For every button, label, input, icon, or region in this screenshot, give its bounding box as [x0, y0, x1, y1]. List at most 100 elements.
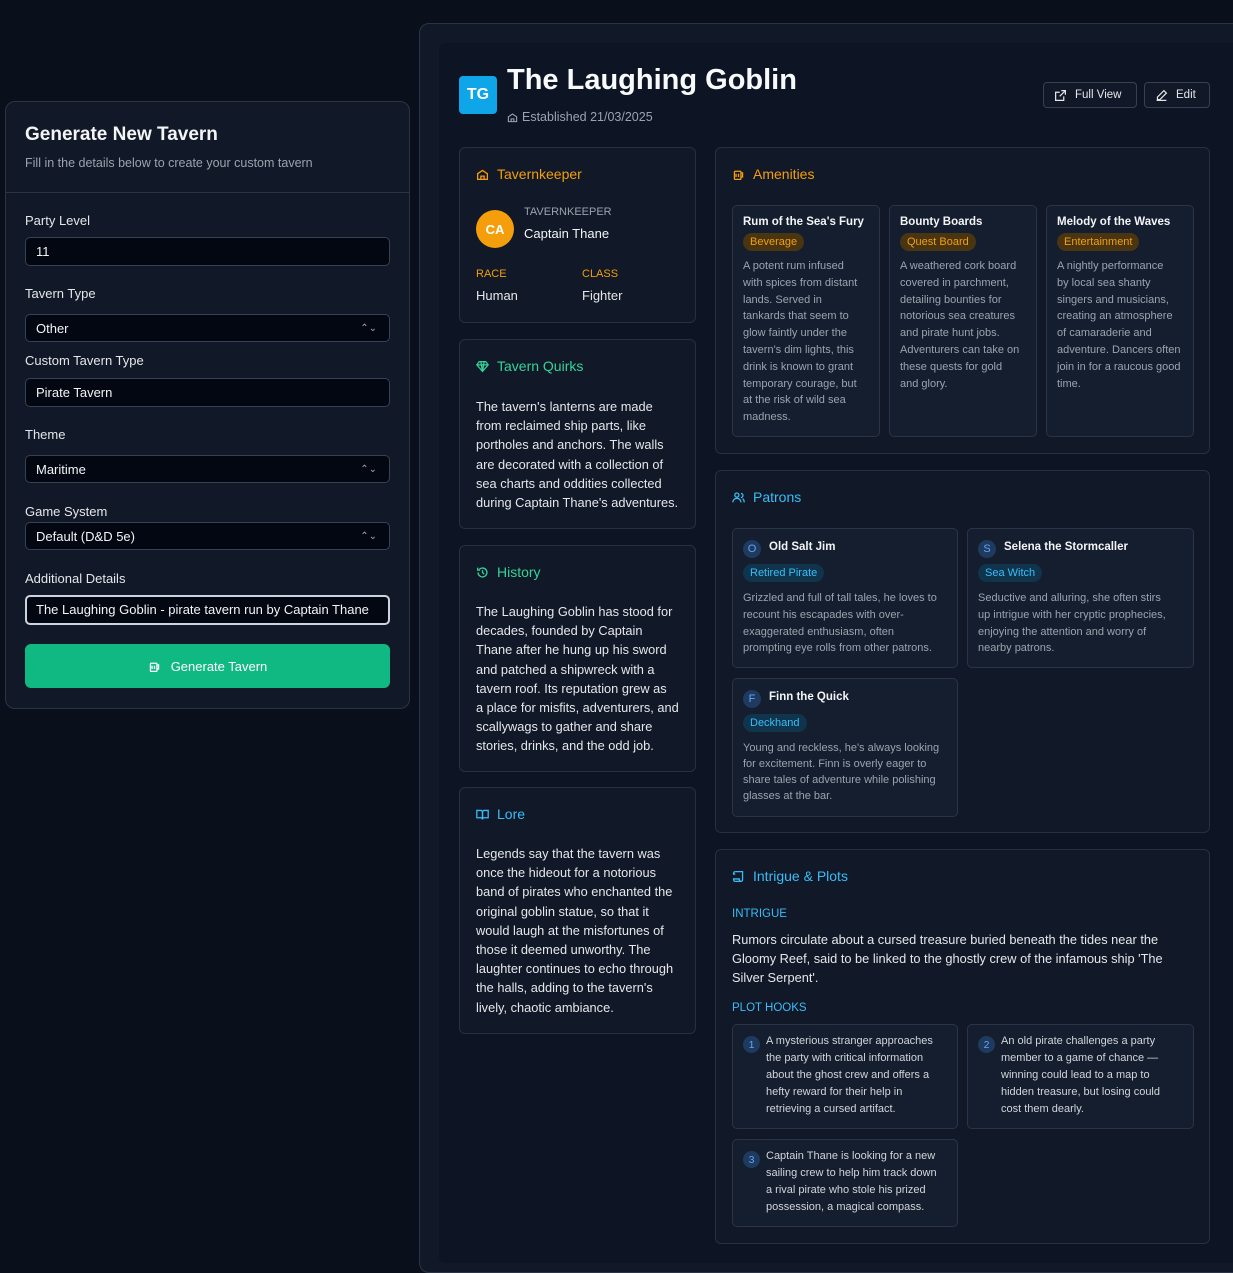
plot-hook-line: An old pirate challenges a party — [1001, 1035, 1156, 1047]
tavern-type-value: Other — [36, 321, 69, 336]
amenity-line: with spices from distant — [743, 276, 858, 289]
game-system-select[interactable]: Default (D&D 5e) ⌃⌄ — [25, 522, 390, 550]
intrigue-line: Silver Serpent'. — [732, 970, 819, 986]
amenity-line: creating an atmosphere — [1057, 310, 1173, 323]
custom-type-input[interactable]: Pirate Tavern — [25, 378, 390, 407]
amenity-name: Bounty Boards — [900, 216, 983, 228]
history-title: History — [476, 564, 541, 580]
amenity-line: these quests for gold — [900, 360, 1003, 373]
amenity-line: temporary courage, but — [743, 377, 857, 390]
tavern-form-panel: Generate New Tavern Fill in the details … — [5, 101, 410, 709]
tavernkeeper-title: Tavernkeeper — [476, 166, 582, 182]
class-label: CLASS — [582, 268, 619, 280]
amenity-line: Adventurers can take on — [900, 343, 1020, 356]
amenities-card: Amenities Rum of the Sea's Fury Beverage… — [715, 147, 1210, 454]
tavernkeeper-name: Captain Thane — [524, 226, 610, 241]
chevron-updown-icon: ⌃⌄ — [360, 464, 377, 475]
patron-avatar: O — [743, 540, 761, 558]
intrigue-label: INTRIGUE — [732, 908, 787, 920]
tavern-icon — [476, 168, 489, 181]
patron-description: Grizzled and full of tall tales, he love… — [743, 590, 949, 657]
edit-label: Edit — [1176, 89, 1196, 101]
patron-line: enjoying the attention and worry of — [978, 625, 1147, 638]
amenity-description: A weathered cork board covered in parchm… — [900, 258, 1028, 392]
beer-mug-icon — [148, 660, 161, 673]
full-view-button[interactable]: Full View — [1043, 82, 1137, 108]
amenities-title-text: Amenities — [753, 166, 815, 182]
plot-hook-line: Captain Thane is looking for a new — [766, 1150, 936, 1162]
amenity-line: tavern's dim lights, this — [743, 343, 854, 356]
tavern-initials-badge: TG — [459, 76, 497, 114]
edit-button[interactable]: Edit — [1144, 82, 1210, 108]
theme-select[interactable]: Maritime ⌃⌄ — [25, 455, 390, 483]
established-date: Established 21/03/2025 — [507, 110, 653, 124]
patron-description: Young and reckless, he's always looking … — [743, 740, 949, 804]
form-header: Generate New Tavern Fill in the details … — [6, 102, 409, 193]
users-icon — [732, 491, 745, 504]
lore-line: band of pirates who enchanted the — [476, 884, 673, 900]
amenity-description: A nightly performance by local sea shant… — [1057, 258, 1185, 392]
gem-icon — [476, 360, 489, 373]
quirks-line: portholes and anchors. The walls — [476, 437, 664, 453]
amenity-line: at the risk of wild sea — [743, 394, 846, 407]
additional-details-input[interactable]: The Laughing Goblin - pirate tavern run … — [25, 595, 390, 625]
amenity-description: A potent rum infused with spices from di… — [743, 258, 871, 426]
history-line: a place for misfits, adventurers, and — [476, 700, 679, 716]
history-line: Thane after he hung up his sword — [476, 642, 667, 658]
tavernkeeper-title-text: Tavernkeeper — [497, 166, 582, 182]
history-line: stories, drinks, and the odd job. — [476, 738, 654, 754]
plot-hook-number: 1 — [743, 1036, 760, 1053]
plot-hook-number: 3 — [743, 1151, 760, 1168]
history-text: The Laughing Goblin has stood for decade… — [476, 602, 679, 756]
plot-hook-item: 1 A mysterious stranger approaches the p… — [732, 1024, 958, 1129]
patron-line: nearby patrons. — [978, 642, 1055, 655]
amenity-line: drink is known to grant — [743, 360, 854, 373]
patron-avatar: F — [743, 690, 761, 708]
patron-line: up intrigue with her cryptic prophecies, — [978, 608, 1166, 621]
custom-type-label: Custom Tavern Type — [25, 353, 144, 368]
game-system-value: Default (D&D 5e) — [36, 529, 135, 544]
patron-name: Finn the Quick — [769, 691, 849, 703]
lore-card: Lore Legends say that the tavern was onc… — [459, 787, 696, 1034]
lore-line: once the hideout for a notorious — [476, 865, 656, 881]
history-line: scallywags to gather and share — [476, 719, 653, 735]
patron-item: S Selena the Stormcaller Sea Witch Seduc… — [967, 528, 1194, 668]
patron-role: Sea Witch — [978, 564, 1043, 582]
history-line: and patched a shipwreck with a — [476, 661, 655, 677]
intrigue-title-text: Intrigue & Plots — [753, 868, 848, 884]
tavern-type-label: Tavern Type — [25, 286, 96, 301]
generate-tavern-button[interactable]: Generate Tavern — [25, 644, 390, 688]
amenity-line: join in for a raucous good — [1057, 360, 1181, 373]
patron-line: Seductive and alluring, she often stirs — [978, 592, 1161, 604]
tavern-quirks-card: Tavern Quirks The tavern's lanterns are … — [459, 339, 696, 529]
amenity-name: Melody of the Waves — [1057, 216, 1171, 228]
lore-title-text: Lore — [497, 806, 526, 822]
amenity-line: lands. Served in — [743, 293, 822, 306]
plot-hook-line: hidden treasure, but losing could — [1001, 1086, 1160, 1098]
plot-hook-line: member to a game of chance — — [1001, 1052, 1159, 1064]
plot-hook-line: hefty reward for their help in — [766, 1086, 903, 1098]
amenity-line: of camaraderie and — [1057, 327, 1152, 340]
amenity-line: A potent rum infused — [743, 260, 844, 272]
plot-hook-line: winning could lead to a map to — [1001, 1069, 1150, 1081]
full-view-label: Full View — [1075, 89, 1122, 101]
patron-line: exaggerated enthusiasm, often — [743, 625, 895, 638]
lore-line: original goblin statue, so that it — [476, 903, 649, 919]
plot-hook-line: cost them dearly. — [1001, 1103, 1084, 1115]
lore-line: lively, chaotic ambiance. — [476, 999, 614, 1015]
amenity-tag: Quest Board — [900, 233, 976, 251]
game-system-label: Game System — [25, 504, 108, 519]
tavern-type-select[interactable]: Other ⌃⌄ — [25, 314, 390, 342]
lore-line: the halls, adding to the tavern's — [476, 980, 653, 996]
tavernkeeper-role-label: TAVERNKEEPER — [524, 206, 612, 218]
patron-line: recount his escapades with over- — [743, 608, 904, 621]
lore-text: Legends say that the tavern was once the… — [476, 844, 673, 1017]
generate-tavern-label: Generate Tavern — [170, 658, 268, 674]
amenity-item: Rum of the Sea's Fury Beverage A potent … — [732, 205, 880, 437]
form-subtitle: Fill in the details below to create your… — [25, 156, 313, 170]
amenity-item: Bounty Boards Quest Board A weathered co… — [889, 205, 1037, 437]
party-level-input[interactable]: 11 — [25, 237, 390, 266]
lore-line: would laugh at the misfortunes of — [476, 922, 664, 938]
lore-title: Lore — [476, 806, 525, 822]
plot-hook-text: A mysterious stranger approaches the par… — [766, 1033, 949, 1118]
